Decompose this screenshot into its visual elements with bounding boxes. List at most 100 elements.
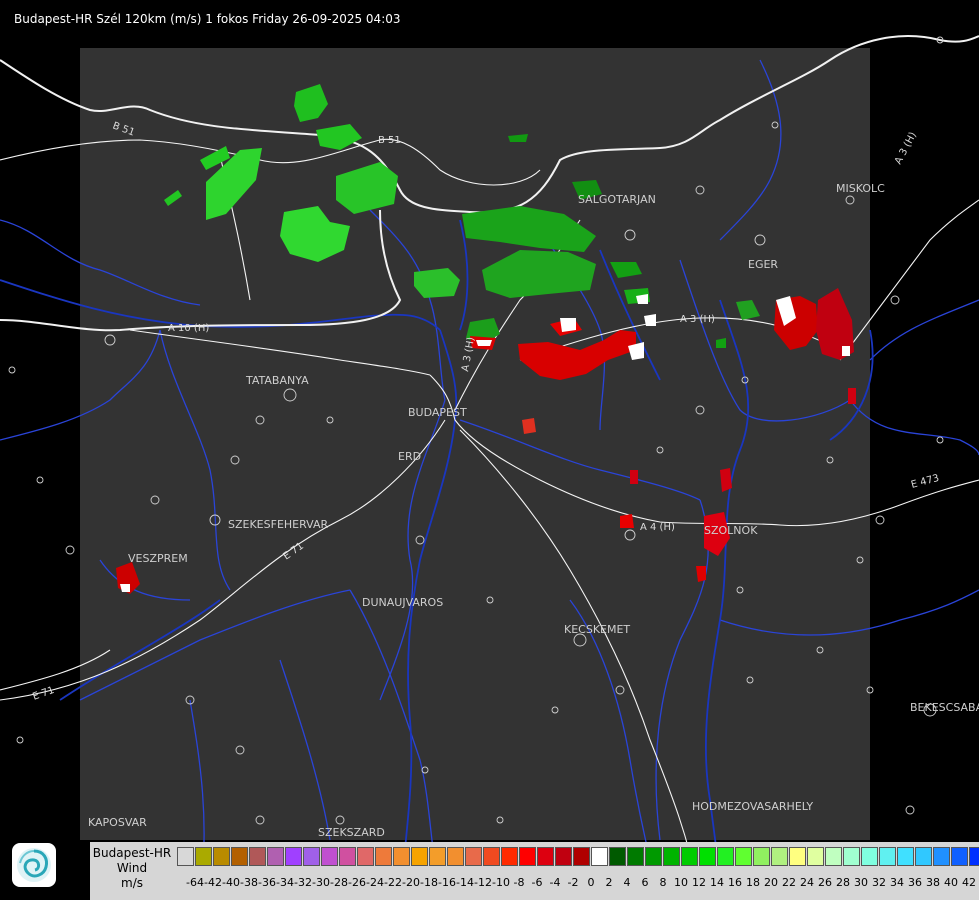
legend-tick-label: 0: [587, 876, 595, 889]
legend-tick-label: 24: [800, 876, 814, 889]
legend-tick-label: 20: [764, 876, 778, 889]
legend-tick-label: 4: [623, 876, 631, 889]
legend-swatch: [717, 847, 734, 866]
road-label-a10: A 10 (H): [168, 323, 209, 334]
legend-swatch: [393, 847, 410, 866]
legend-swatch: [789, 847, 806, 866]
legend-tick-label: 30: [854, 876, 868, 889]
legend-swatch: [465, 847, 482, 866]
legend-swatch: [573, 847, 590, 866]
legend-swatch: [375, 847, 392, 866]
legend-tick-label: -24: [366, 876, 384, 889]
legend-swatch: [951, 847, 968, 866]
radar-service-logo: [12, 843, 56, 887]
city-label-erd: ERD: [398, 450, 421, 463]
legend-swatch: [591, 847, 608, 866]
legend-tick-label: -34: [276, 876, 294, 889]
legend-swatch: [321, 847, 338, 866]
city-label-eger: EGER: [748, 258, 778, 271]
city-label-kecskemet: KECSKEMET: [564, 623, 630, 636]
city-label-budapest: BUDAPEST: [408, 406, 467, 419]
legend-swatch: [411, 847, 428, 866]
city-label-veszprem: VESZPREM: [128, 552, 188, 565]
legend-swatch: [357, 847, 374, 866]
legend-swatches: [177, 847, 979, 867]
legend-swatch: [339, 847, 356, 866]
legend-tick-label: 40: [944, 876, 958, 889]
legend-swatch: [843, 847, 860, 866]
legend-tick-label: 10: [674, 876, 688, 889]
legend-tick-label: -32: [294, 876, 312, 889]
legend-tick-label: 14: [710, 876, 724, 889]
legend-swatch: [933, 847, 950, 866]
legend-tick-label: -64: [186, 876, 204, 889]
legend-tick-label: -30: [312, 876, 330, 889]
legend-tick-label: 26: [818, 876, 832, 889]
legend-tick-label: 22: [782, 876, 796, 889]
legend-tick-label: -36: [258, 876, 276, 889]
legend-swatch: [609, 847, 626, 866]
legend-tick-label: 12: [692, 876, 706, 889]
legend-swatch: [555, 847, 572, 866]
legend-tick-label: -14: [456, 876, 474, 889]
legend-tick-label: -12: [474, 876, 492, 889]
legend-tick-label: 6: [641, 876, 649, 889]
legend-radar-name: Budapest-HR: [92, 846, 172, 860]
city-label-dunaujvaros: DUNAUJVAROS: [362, 596, 443, 609]
road-label-e473: E 473: [910, 473, 940, 491]
legend-swatch: [681, 847, 698, 866]
legend-tick-label: 34: [890, 876, 904, 889]
legend-unit: m/s: [121, 876, 143, 890]
legend-tick-label: 16: [728, 876, 742, 889]
legend-swatch: [177, 847, 194, 866]
legend-swatch: [501, 847, 518, 866]
legend-swatch: [519, 847, 536, 866]
legend-tick-label: -2: [567, 876, 579, 889]
legend-tick-label: -26: [348, 876, 366, 889]
legend-tick-label: 42: [962, 876, 976, 889]
legend-tick-label: 38: [926, 876, 940, 889]
legend-swatch: [969, 847, 979, 866]
legend-swatch: [429, 847, 446, 866]
legend-tick-label: -38: [240, 876, 258, 889]
city-label-miskolc: MISKOLC: [836, 182, 885, 195]
legend-tick-label: -40: [222, 876, 240, 889]
legend-tick-label: -22: [384, 876, 402, 889]
radar-coverage-area: [80, 48, 870, 840]
city-label-szekszard: SZEKSZARD: [318, 826, 385, 839]
legend-swatch: [645, 847, 662, 866]
legend-tick-label: -4: [549, 876, 561, 889]
legend-swatch: [897, 847, 914, 866]
legend-swatch: [213, 847, 230, 866]
legend-swatch: [861, 847, 878, 866]
legend-tick-label: -10: [492, 876, 510, 889]
city-label-szekesfehervar: SZEKESFEHERVAR: [228, 518, 329, 531]
city-label-bekescsaba: BEKESCSABA: [910, 701, 979, 714]
legend-tick-label: -8: [513, 876, 525, 889]
legend-swatch: [249, 847, 266, 866]
city-label-tatabanya: TATABANYA: [245, 374, 309, 387]
legend-swatch: [231, 847, 248, 866]
legend-swatch: [447, 847, 464, 866]
legend-swatch: [807, 847, 824, 866]
legend-tick-label: 2: [605, 876, 613, 889]
legend-swatch: [915, 847, 932, 866]
city-label-kaposvar: KAPOSVAR: [88, 816, 147, 829]
legend-tick-label: -18: [420, 876, 438, 889]
legend-swatch: [537, 847, 554, 866]
legend-swatch: [699, 847, 716, 866]
legend-swatch: [627, 847, 644, 866]
legend-tick-label: 36: [908, 876, 922, 889]
legend-tick-label: 28: [836, 876, 850, 889]
swirl-icon: [17, 848, 51, 882]
legend-swatch: [303, 847, 320, 866]
legend-tick-label: 8: [659, 876, 667, 889]
road-label-a3-east: A 3 (H): [680, 314, 715, 325]
legend-swatch: [753, 847, 770, 866]
legend-tick-label: 18: [746, 876, 760, 889]
legend-tick-label: -42: [204, 876, 222, 889]
legend-tick-label: -6: [531, 876, 543, 889]
legend-swatch: [267, 847, 284, 866]
legend-swatch: [285, 847, 302, 866]
legend-swatch: [879, 847, 896, 866]
